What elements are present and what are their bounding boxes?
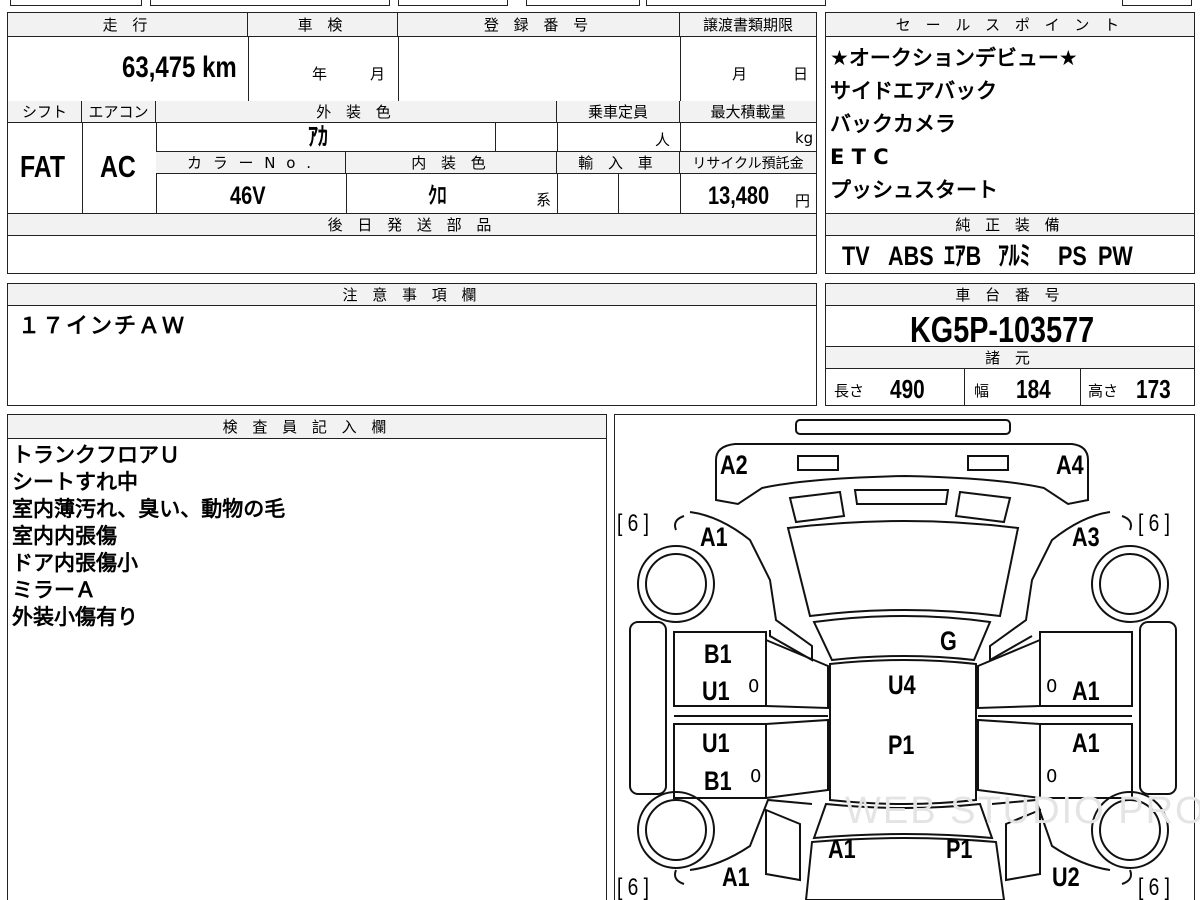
mileage-header: 走 行: [8, 13, 248, 37]
height-label: 高さ: [1088, 382, 1119, 400]
equipment-pw: PW: [1098, 241, 1133, 271]
top-strip-cell: [150, 0, 390, 6]
notes-box: 注 意 事 項 欄 １７インチＡＷ: [7, 283, 817, 406]
equipment-tv: TV: [842, 241, 870, 271]
tire-label-rear-left: [ 6 ]: [617, 874, 650, 900]
inspector-line: ドア内張傷小: [12, 551, 138, 575]
damage-mark: U1: [702, 676, 730, 706]
sales-point-item: サイドエアバック: [830, 79, 998, 103]
exterior-color-header: 外 装 色: [156, 101, 557, 123]
damage-mark: B1: [704, 639, 732, 669]
top-strip-cell: [646, 0, 826, 6]
chassis-number: KG5P-103577: [910, 309, 1095, 350]
chassis-header: 車 台 番 号: [826, 284, 1194, 306]
damage-mark: A1: [1072, 676, 1100, 706]
aircon-header: エアコン: [82, 101, 156, 123]
damage-mark: A4: [1056, 450, 1084, 480]
inspector-header: 検 査 員 記 入 欄: [8, 415, 606, 439]
top-strip-cell: [10, 0, 142, 6]
equipment-abs: ABS: [888, 241, 934, 271]
damage-small-mark: 0: [1046, 766, 1058, 787]
capacity-header: 乗車定員: [557, 101, 680, 123]
damage-small-mark: 0: [750, 766, 762, 787]
inspector-line: トランクフロアＵ: [12, 443, 180, 467]
inspector-line: ミラーＡ: [12, 578, 96, 602]
sales-point-item: ★オークションデビュー★: [830, 46, 1078, 70]
recycle-header: リサイクル預託金: [680, 152, 816, 174]
later-parts-header: 後 日 発 送 部 品: [8, 214, 816, 236]
damage-mark: U4: [888, 670, 916, 700]
damage-small-mark: 0: [748, 676, 760, 697]
top-strip-cell: [526, 0, 640, 6]
mileage-value: 63,475 km: [122, 51, 237, 84]
max-load-unit: kg: [795, 129, 814, 147]
shaken-header: 車 検: [248, 13, 398, 37]
color-no-header: カ ラ ー N o .: [156, 152, 346, 174]
width-label: 幅: [974, 382, 990, 400]
equipment-ps: PS: [1058, 241, 1087, 271]
transfer-deadline-header: 譲渡書類期限: [680, 13, 816, 37]
tire-label-front-left: [ 6 ]: [617, 510, 650, 537]
damage-mark: B1: [704, 766, 732, 796]
damage-mark: A2: [720, 450, 748, 480]
exterior-color-value: ｱｶ: [308, 123, 329, 151]
capacity-unit: 人: [655, 131, 671, 149]
height-value: 173: [1136, 374, 1171, 404]
specs-header: 諸 元: [826, 347, 1194, 369]
tire-label-rear-right: [ 6 ]: [1138, 874, 1171, 900]
registration-header: 登 録 番 号: [398, 13, 680, 37]
interior-color-value: ｸﾛ: [428, 182, 447, 208]
inspector-line: 外装小傷有り: [12, 605, 138, 629]
aircon-value: AC: [100, 149, 136, 184]
damage-mark: A1: [700, 522, 728, 552]
standard-equipment-header: 純 正 装 備: [826, 214, 1194, 236]
width-value: 184: [1016, 374, 1051, 404]
interior-color-header: 内 装 色: [346, 152, 557, 174]
transfer-month-unit: 月: [732, 65, 748, 83]
damage-mark: P1: [888, 730, 915, 760]
color-no-value: 46V: [230, 182, 266, 210]
inspector-line: 室内薄汚れ、臭い、動物の毛: [12, 497, 286, 521]
tire-label-front-right: [ 6 ]: [1138, 510, 1171, 537]
notes-text: １７インチＡＷ: [18, 314, 187, 339]
watermark: WEB STUDIO PRO: [845, 790, 1200, 832]
damage-mark: A1: [1072, 728, 1100, 758]
damage-mark: U1: [702, 728, 730, 758]
recycle-fee-unit: 円: [795, 192, 811, 210]
top-strip-cell: [1122, 0, 1192, 6]
shift-header: シフト: [8, 101, 82, 123]
inspector-box: 検 査 員 記 入 欄 トランクフロアＵ シートすれ中 室内薄汚れ、臭い、動物の…: [7, 414, 607, 900]
sales-point-item: プッシュスタート: [830, 178, 998, 202]
shift-value: FAT: [20, 149, 65, 184]
damage-small-mark: 0: [1046, 676, 1058, 697]
inspector-line: シートすれ中: [12, 470, 138, 494]
sales-points-header: セ ー ル ス ポ イ ン ト: [826, 13, 1194, 37]
notes-header: 注 意 事 項 欄: [8, 284, 816, 306]
inspector-line: 室内内張傷: [12, 524, 117, 548]
sales-point-item: E T C: [830, 145, 889, 169]
recycle-fee-value: 13,480: [708, 182, 770, 210]
vehicle-info-table: 走 行 車 検 登 録 番 号 譲渡書類期限 63,475 km 年 月 月 日…: [7, 12, 817, 274]
damage-mark: P1: [946, 834, 973, 864]
equipment-airbag: ｴｱB: [944, 241, 982, 271]
max-load-header: 最大積載量: [680, 101, 816, 123]
sales-points-box: セ ー ル ス ポ イ ン ト ★オークションデビュー★ サイドエアバック バッ…: [825, 12, 1195, 274]
shaken-year-unit: 年: [312, 65, 328, 83]
damage-mark: G: [940, 626, 957, 656]
equipment-alloy: ｱﾙﾐ: [998, 241, 1031, 271]
sales-point-item: バックカメラ: [830, 112, 956, 136]
damage-mark: A3: [1072, 522, 1100, 552]
chassis-box: 車 台 番 号 KG5P-103577 諸 元 長さ 490 幅 184 高さ …: [825, 283, 1195, 406]
shaken-month-unit: 月: [370, 65, 386, 83]
transfer-day-unit: 日: [793, 65, 809, 83]
import-header: 輸 入 車: [557, 152, 680, 174]
damage-mark: U2: [1052, 862, 1080, 892]
damage-mark: A1: [828, 834, 856, 864]
top-strip-cell: [398, 0, 508, 6]
interior-color-suffix: 系: [536, 191, 552, 209]
length-label: 長さ: [834, 382, 865, 400]
damage-mark: A1: [722, 862, 750, 892]
length-value: 490: [890, 374, 925, 404]
